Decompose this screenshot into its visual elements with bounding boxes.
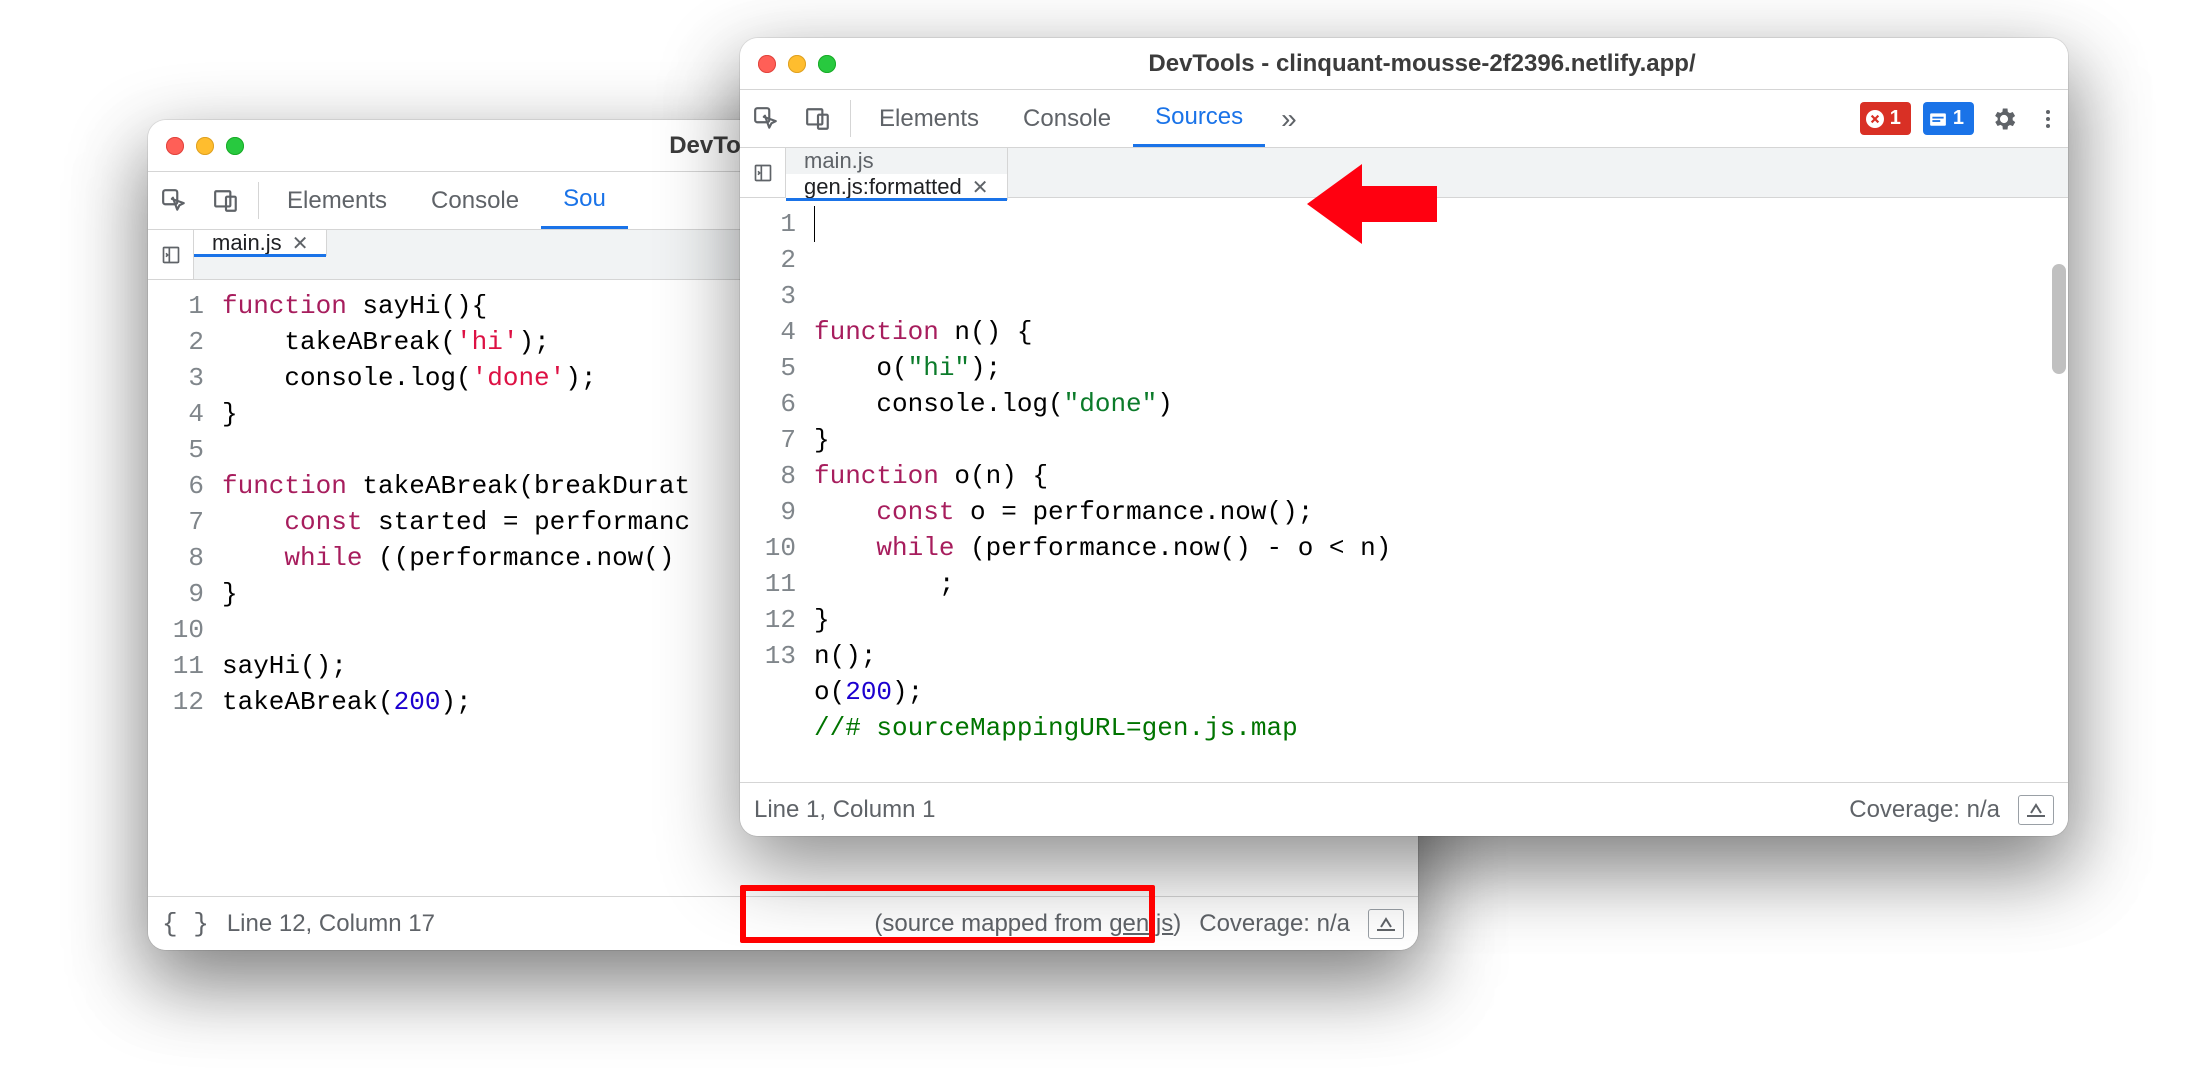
line-number[interactable]: 7 xyxy=(740,422,796,458)
code-content[interactable]: function n() { o("hi"); console.log("don… xyxy=(810,198,2068,782)
kebab-menu-icon[interactable] xyxy=(2028,90,2068,147)
zoom-window-button[interactable] xyxy=(226,137,244,155)
traffic-lights xyxy=(758,55,836,73)
titlebar[interactable]: DevTools - clinquant-mousse-2f2396.netli… xyxy=(740,38,2068,90)
zoom-window-button[interactable] xyxy=(818,55,836,73)
close-tab-icon[interactable]: ✕ xyxy=(972,175,989,200)
inspect-icon[interactable] xyxy=(740,90,792,147)
line-number[interactable]: 2 xyxy=(740,242,796,278)
file-tab-strip: main.jsgen.js:formatted ✕ xyxy=(740,148,2068,198)
file-tab-main-js[interactable]: main.js xyxy=(786,148,1008,174)
code-line[interactable]: o(200); xyxy=(814,674,2068,710)
minimize-window-button[interactable] xyxy=(788,55,806,73)
close-window-button[interactable] xyxy=(758,55,776,73)
close-tab-icon[interactable]: ✕ xyxy=(292,231,309,256)
code-line[interactable]: } xyxy=(814,422,2068,458)
code-line[interactable]: const o = performance.now(); xyxy=(814,494,2068,530)
device-toggle-icon[interactable] xyxy=(792,90,844,147)
close-window-button[interactable] xyxy=(166,137,184,155)
issue-count-badge[interactable]: 1 xyxy=(1923,102,1974,135)
cursor-position: Line 12, Column 17 xyxy=(227,910,435,938)
file-tab-label: main.js xyxy=(804,148,874,174)
error-count-value: 1 xyxy=(1890,107,1901,130)
line-number[interactable]: 12 xyxy=(148,684,204,720)
window-title: DevTools - clinquant-mousse-2f2396.netli… xyxy=(848,50,1996,78)
panel-tab-elements[interactable]: Elements xyxy=(857,90,1001,147)
line-number[interactable]: 11 xyxy=(740,566,796,602)
line-number[interactable]: 11 xyxy=(148,648,204,684)
format-icon[interactable]: { } xyxy=(162,909,209,939)
code-line[interactable]: ; xyxy=(814,566,2068,602)
code-line[interactable]: function o(n) { xyxy=(814,458,2068,494)
code-line[interactable]: o("hi"); xyxy=(814,350,2068,386)
line-number[interactable]: 1 xyxy=(148,288,204,324)
panel-toolbar: Elements Console Sources » 1 1 xyxy=(740,90,2068,148)
line-number[interactable]: 9 xyxy=(740,494,796,530)
panel-tab-console[interactable]: Console xyxy=(1001,90,1133,147)
panel-tab-elements[interactable]: Elements xyxy=(265,172,409,229)
divider xyxy=(258,182,259,219)
source-mapped-link[interactable]: gen.js xyxy=(1109,910,1173,937)
divider xyxy=(850,100,851,137)
line-number[interactable]: 5 xyxy=(148,432,204,468)
pretty-print-toggle[interactable] xyxy=(2018,795,2054,825)
settings-icon[interactable] xyxy=(1980,90,2028,147)
statusbar: { } Line 12, Column 17 (source mapped fr… xyxy=(148,896,1418,950)
coverage-label: Coverage: n/a xyxy=(1199,910,1350,938)
line-number[interactable]: 2 xyxy=(148,324,204,360)
code-line[interactable]: } xyxy=(814,602,2068,638)
code-line[interactable]: console.log("done") xyxy=(814,386,2068,422)
cursor-position: Line 1, Column 1 xyxy=(754,796,935,824)
line-number[interactable]: 1 xyxy=(740,206,796,242)
code-line[interactable]: //# sourceMappingURL=gen.js.map xyxy=(814,710,2068,746)
more-panels-icon[interactable]: » xyxy=(1265,90,1313,147)
device-toggle-icon[interactable] xyxy=(200,172,252,229)
source-mapped-label: (source mapped from gen.js) xyxy=(874,910,1181,938)
coverage-label: Coverage: n/a xyxy=(1849,796,2000,824)
line-gutter: 12345678910111213 xyxy=(740,198,810,782)
line-number[interactable]: 9 xyxy=(148,576,204,612)
line-number[interactable]: 10 xyxy=(740,530,796,566)
file-tab-main-js[interactable]: main.js ✕ xyxy=(194,230,327,256)
code-line[interactable]: while (performance.now() - o < n) xyxy=(814,530,2068,566)
scrollbar-thumb[interactable] xyxy=(2052,264,2066,374)
issue-count-value: 1 xyxy=(1953,107,1964,130)
code-line[interactable] xyxy=(814,746,2068,782)
code-view[interactable]: 12345678910111213 function n() { o("hi")… xyxy=(740,198,2068,782)
navigator-toggle-icon[interactable] xyxy=(740,148,786,197)
line-number[interactable]: 3 xyxy=(148,360,204,396)
line-number[interactable]: 6 xyxy=(740,386,796,422)
minimize-window-button[interactable] xyxy=(196,137,214,155)
line-number[interactable]: 13 xyxy=(740,638,796,674)
panel-tab-console[interactable]: Console xyxy=(409,172,541,229)
line-number[interactable]: 12 xyxy=(740,602,796,638)
line-number[interactable]: 3 xyxy=(740,278,796,314)
traffic-lights xyxy=(166,137,244,155)
navigator-toggle-icon[interactable] xyxy=(148,230,194,279)
panel-tab-sources[interactable]: Sources xyxy=(1133,90,1265,147)
file-tab-gen-js-formatted[interactable]: gen.js:formatted ✕ xyxy=(786,174,1008,200)
pretty-print-toggle[interactable] xyxy=(1368,909,1404,939)
line-number[interactable]: 6 xyxy=(148,468,204,504)
devtools-window-right: DevTools - clinquant-mousse-2f2396.netli… xyxy=(740,38,2068,836)
line-number[interactable]: 5 xyxy=(740,350,796,386)
error-count-badge[interactable]: 1 xyxy=(1860,102,1911,135)
statusbar: Line 1, Column 1 Coverage: n/a xyxy=(740,782,2068,836)
line-number[interactable]: 4 xyxy=(740,314,796,350)
inspect-icon[interactable] xyxy=(148,172,200,229)
panel-tab-sources[interactable]: Sou xyxy=(541,172,628,229)
line-number[interactable]: 4 xyxy=(148,396,204,432)
line-number[interactable]: 8 xyxy=(740,458,796,494)
file-tab-label: main.js xyxy=(212,230,282,256)
file-tab-label: gen.js:formatted xyxy=(804,174,962,200)
code-line[interactable]: function n() { xyxy=(814,314,2068,350)
line-number[interactable]: 8 xyxy=(148,540,204,576)
line-number[interactable]: 10 xyxy=(148,612,204,648)
line-number[interactable]: 7 xyxy=(148,504,204,540)
text-caret xyxy=(814,206,815,242)
code-line[interactable]: n(); xyxy=(814,638,2068,674)
line-gutter: 123456789101112 xyxy=(148,280,218,896)
